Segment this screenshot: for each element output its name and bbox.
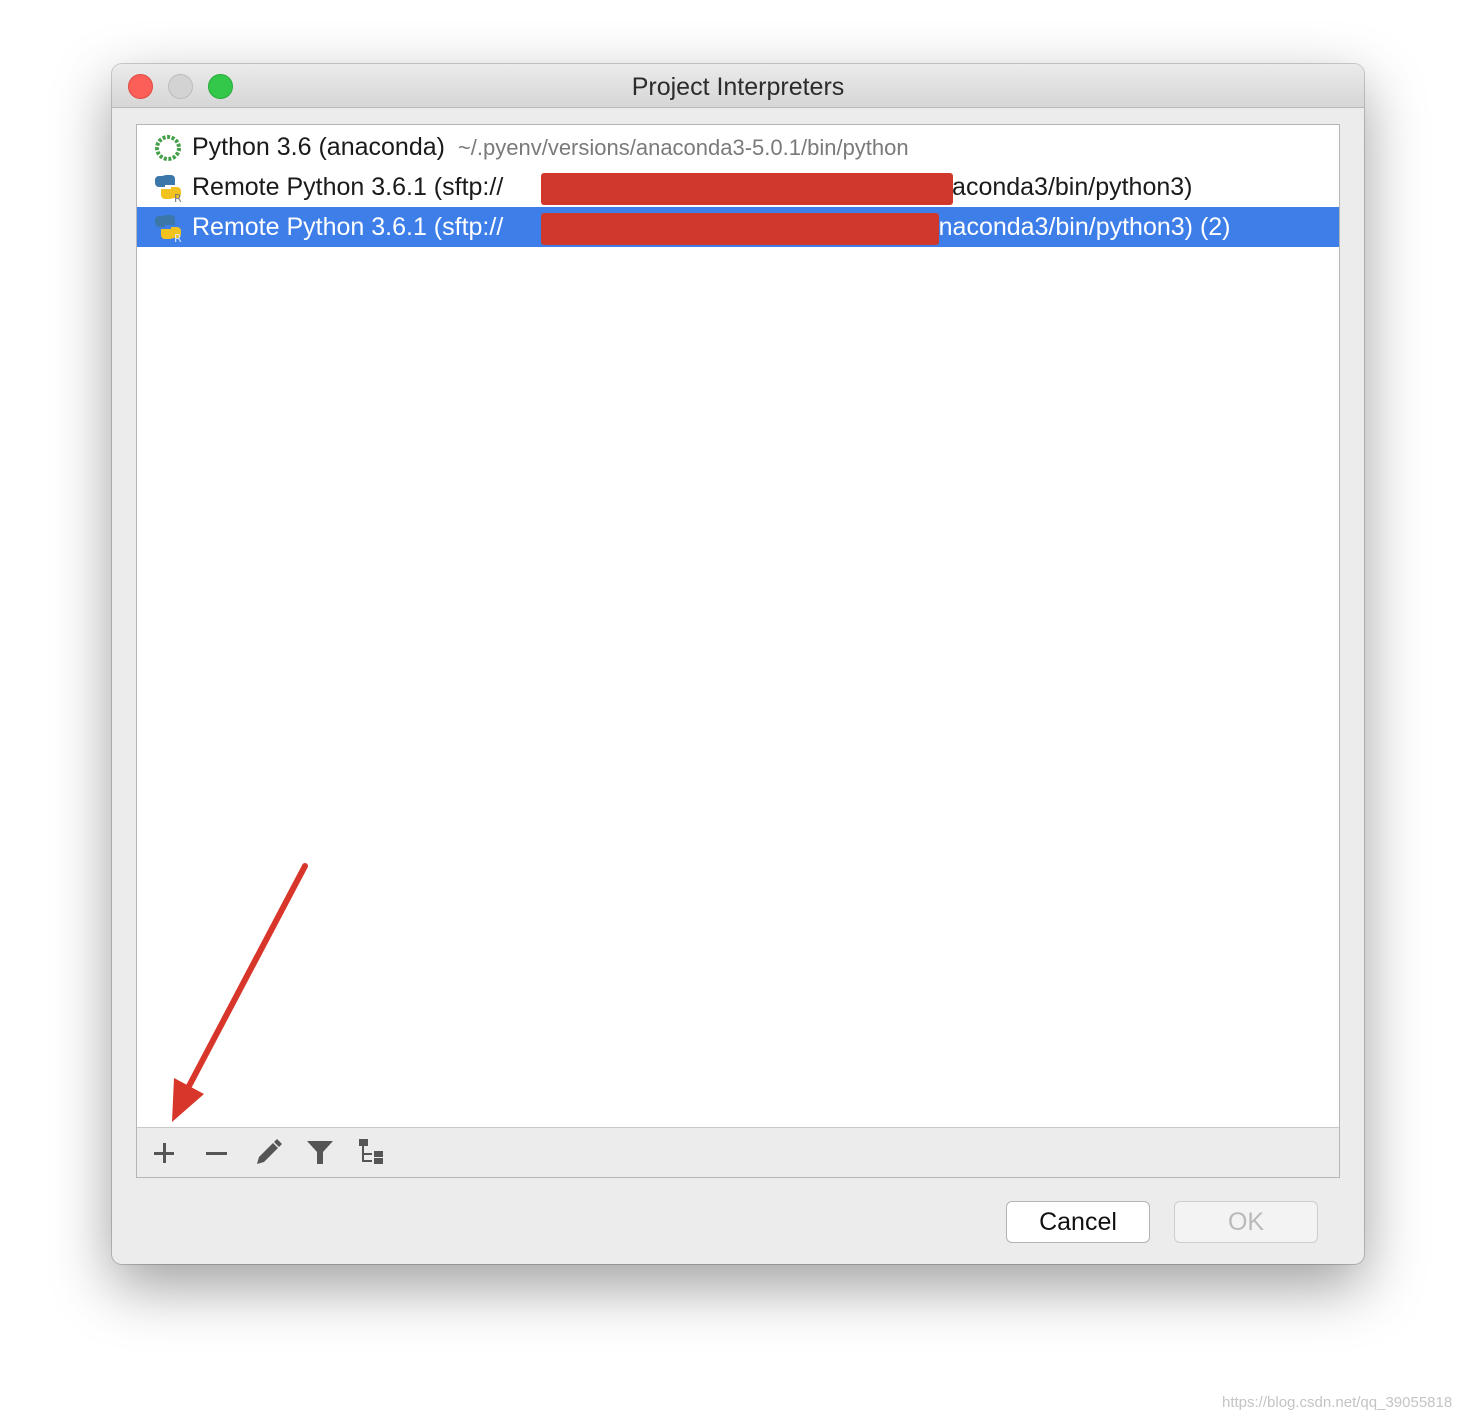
watermark: https://blog.csdn.net/qq_39055818 bbox=[1222, 1394, 1453, 1411]
annotation-arrow bbox=[172, 863, 308, 1122]
